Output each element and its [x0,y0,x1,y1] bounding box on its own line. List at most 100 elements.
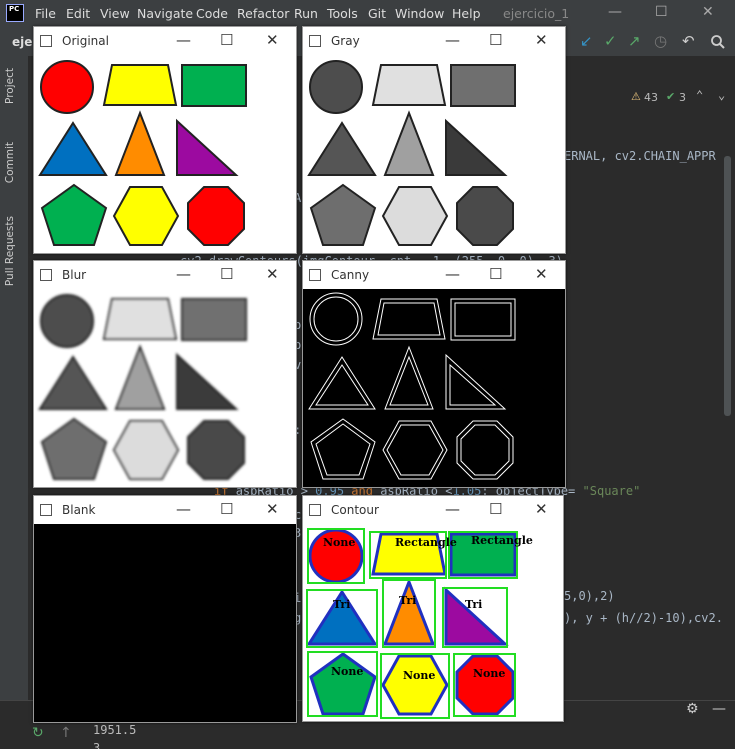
gray-window[interactable]: Gray — ☐ ✕ [302,26,566,254]
maximize-button[interactable]: ☐ [489,265,502,283]
contour-window[interactable]: Contour — ☐ ✕ None Rectangle Rectangle T… [302,495,564,722]
menu-help[interactable]: Help [452,6,481,21]
green-pentagon [40,183,108,246]
menu-window[interactable]: Window [395,6,444,21]
contour-triangle-2 [382,577,436,646]
vcs-commit-icon[interactable]: ✓ [604,32,617,50]
minimize-button[interactable]: — [445,500,460,518]
editor-scrollbar[interactable] [724,156,731,416]
minimize-button[interactable]: — [176,500,191,518]
maximize-button[interactable]: ☐ [489,31,502,49]
ide-maximize-button[interactable]: ☐ [655,4,668,20]
search-icon[interactable] [710,34,726,50]
window-titlebar[interactable]: Original — ☐ ✕ [34,27,296,55]
edge-triangle-3-inner [449,363,497,406]
menu-file[interactable]: File [35,6,56,21]
close-button[interactable]: ✕ [535,265,548,283]
tab-project[interactable]: Project [4,68,16,104]
gray-pentagon [309,183,377,246]
menu-refactor[interactable]: Refactor [237,6,289,21]
edge-rectangle-inner [454,302,512,337]
vcs-update-icon[interactable]: ↙ [580,32,593,50]
yellow-trapezoid [102,64,178,106]
edge-hexagon [382,420,448,480]
maximize-button[interactable]: ☐ [489,500,502,518]
window-app-icon [309,504,321,516]
menu-tools[interactable]: Tools [327,6,358,21]
window-title: Contour [331,503,379,517]
scroll-up-icon[interactable]: ↑ [60,725,72,741]
tab-commit[interactable]: Commit [4,142,16,183]
gray-rectangle [450,64,516,107]
purple-triangle [176,118,239,176]
original-window[interactable]: Original — ☐ ✕ [33,26,297,254]
close-button[interactable]: ✕ [266,265,279,283]
menu-code[interactable]: Code [196,6,228,21]
close-button[interactable]: ✕ [266,500,279,518]
blur-pentagon [40,417,108,480]
edge-pentagon-inner [315,423,371,476]
maximize-button[interactable]: ☐ [220,500,233,518]
code-line: 5,0),2) [564,589,615,603]
blank-image [34,524,296,722]
blur-triangle-3 [176,352,239,410]
contour-octagon [455,654,515,716]
label-hexagon: None [403,669,435,682]
vcs-push-icon[interactable]: ↗ [628,32,641,50]
close-button[interactable]: ✕ [535,31,548,49]
minimize-button[interactable]: — [176,265,191,283]
gray-octagon [456,186,514,246]
rollback-icon[interactable]: ↶ [682,32,695,50]
menu-view[interactable]: View [100,6,130,21]
close-button[interactable]: ✕ [266,31,279,49]
window-title: Gray [331,34,360,48]
blur-window[interactable]: Blur — ☐ ✕ [33,260,297,488]
project-breadcrumb[interactable]: eje [12,35,32,49]
label-trapezoid: Rectangle [395,536,457,549]
minimize-button[interactable]: — [445,31,460,49]
window-titlebar[interactable]: Contour — ☐ ✕ [303,496,563,524]
minimize-button[interactable]: — [445,265,460,283]
close-button[interactable]: ✕ [535,500,548,518]
weak-warning-icon[interactable]: ✔ [666,90,675,103]
canny-window[interactable]: Canny — ☐ ✕ [302,260,566,488]
maximize-button[interactable]: ☐ [220,265,233,283]
blur-rectangle [181,298,247,341]
rerun-icon[interactable]: ↻ [32,725,44,741]
blank-window[interactable]: Blank — ☐ ✕ [33,495,297,723]
tab-pull-requests[interactable]: Pull Requests [4,216,16,286]
warning-icon[interactable]: ⚠ [631,90,641,103]
window-titlebar[interactable]: Canny — ☐ ✕ [303,261,565,289]
menu-git[interactable]: Git [368,6,386,21]
blur-triangle-1 [38,355,108,410]
settings-gear-icon[interactable]: ⚙ [686,701,699,717]
gray-hexagon [381,186,449,246]
original-image [34,55,296,253]
blue-triangle [38,121,108,176]
next-highlight-icon[interactable]: ⌄ [718,88,725,102]
ide-close-button[interactable]: ✕ [702,4,714,20]
history-icon[interactable]: ◷ [654,32,667,50]
label-triangle-2: Tri [399,594,416,607]
ide-minimize-button[interactable]: — [608,4,622,20]
window-titlebar[interactable]: Blank — ☐ ✕ [34,496,296,524]
code-line: ERNAL, cv2.CHAIN_APPR [564,149,716,163]
minimize-button[interactable]: — [176,31,191,49]
green-rectangle [181,64,247,107]
gray-circle [309,60,363,114]
window-app-icon [309,35,321,47]
edge-circle-inner [313,296,359,342]
label-triangle-3: Tri [465,598,482,611]
code-line: ), y + (h//2)-10),cv2. [564,611,723,625]
label-rectangle: Rectangle [471,534,533,547]
menu-run[interactable]: Run [294,6,318,21]
hide-panel-icon[interactable]: — [712,701,726,717]
menu-navigate[interactable]: Navigate [137,6,193,21]
window-title: Original [62,34,109,48]
menu-edit[interactable]: Edit [66,6,90,21]
window-app-icon [309,269,321,281]
window-titlebar[interactable]: Blur — ☐ ✕ [34,261,296,289]
prev-highlight-icon[interactable]: ⌃ [696,88,703,102]
window-titlebar[interactable]: Gray — ☐ ✕ [303,27,565,55]
maximize-button[interactable]: ☐ [220,31,233,49]
